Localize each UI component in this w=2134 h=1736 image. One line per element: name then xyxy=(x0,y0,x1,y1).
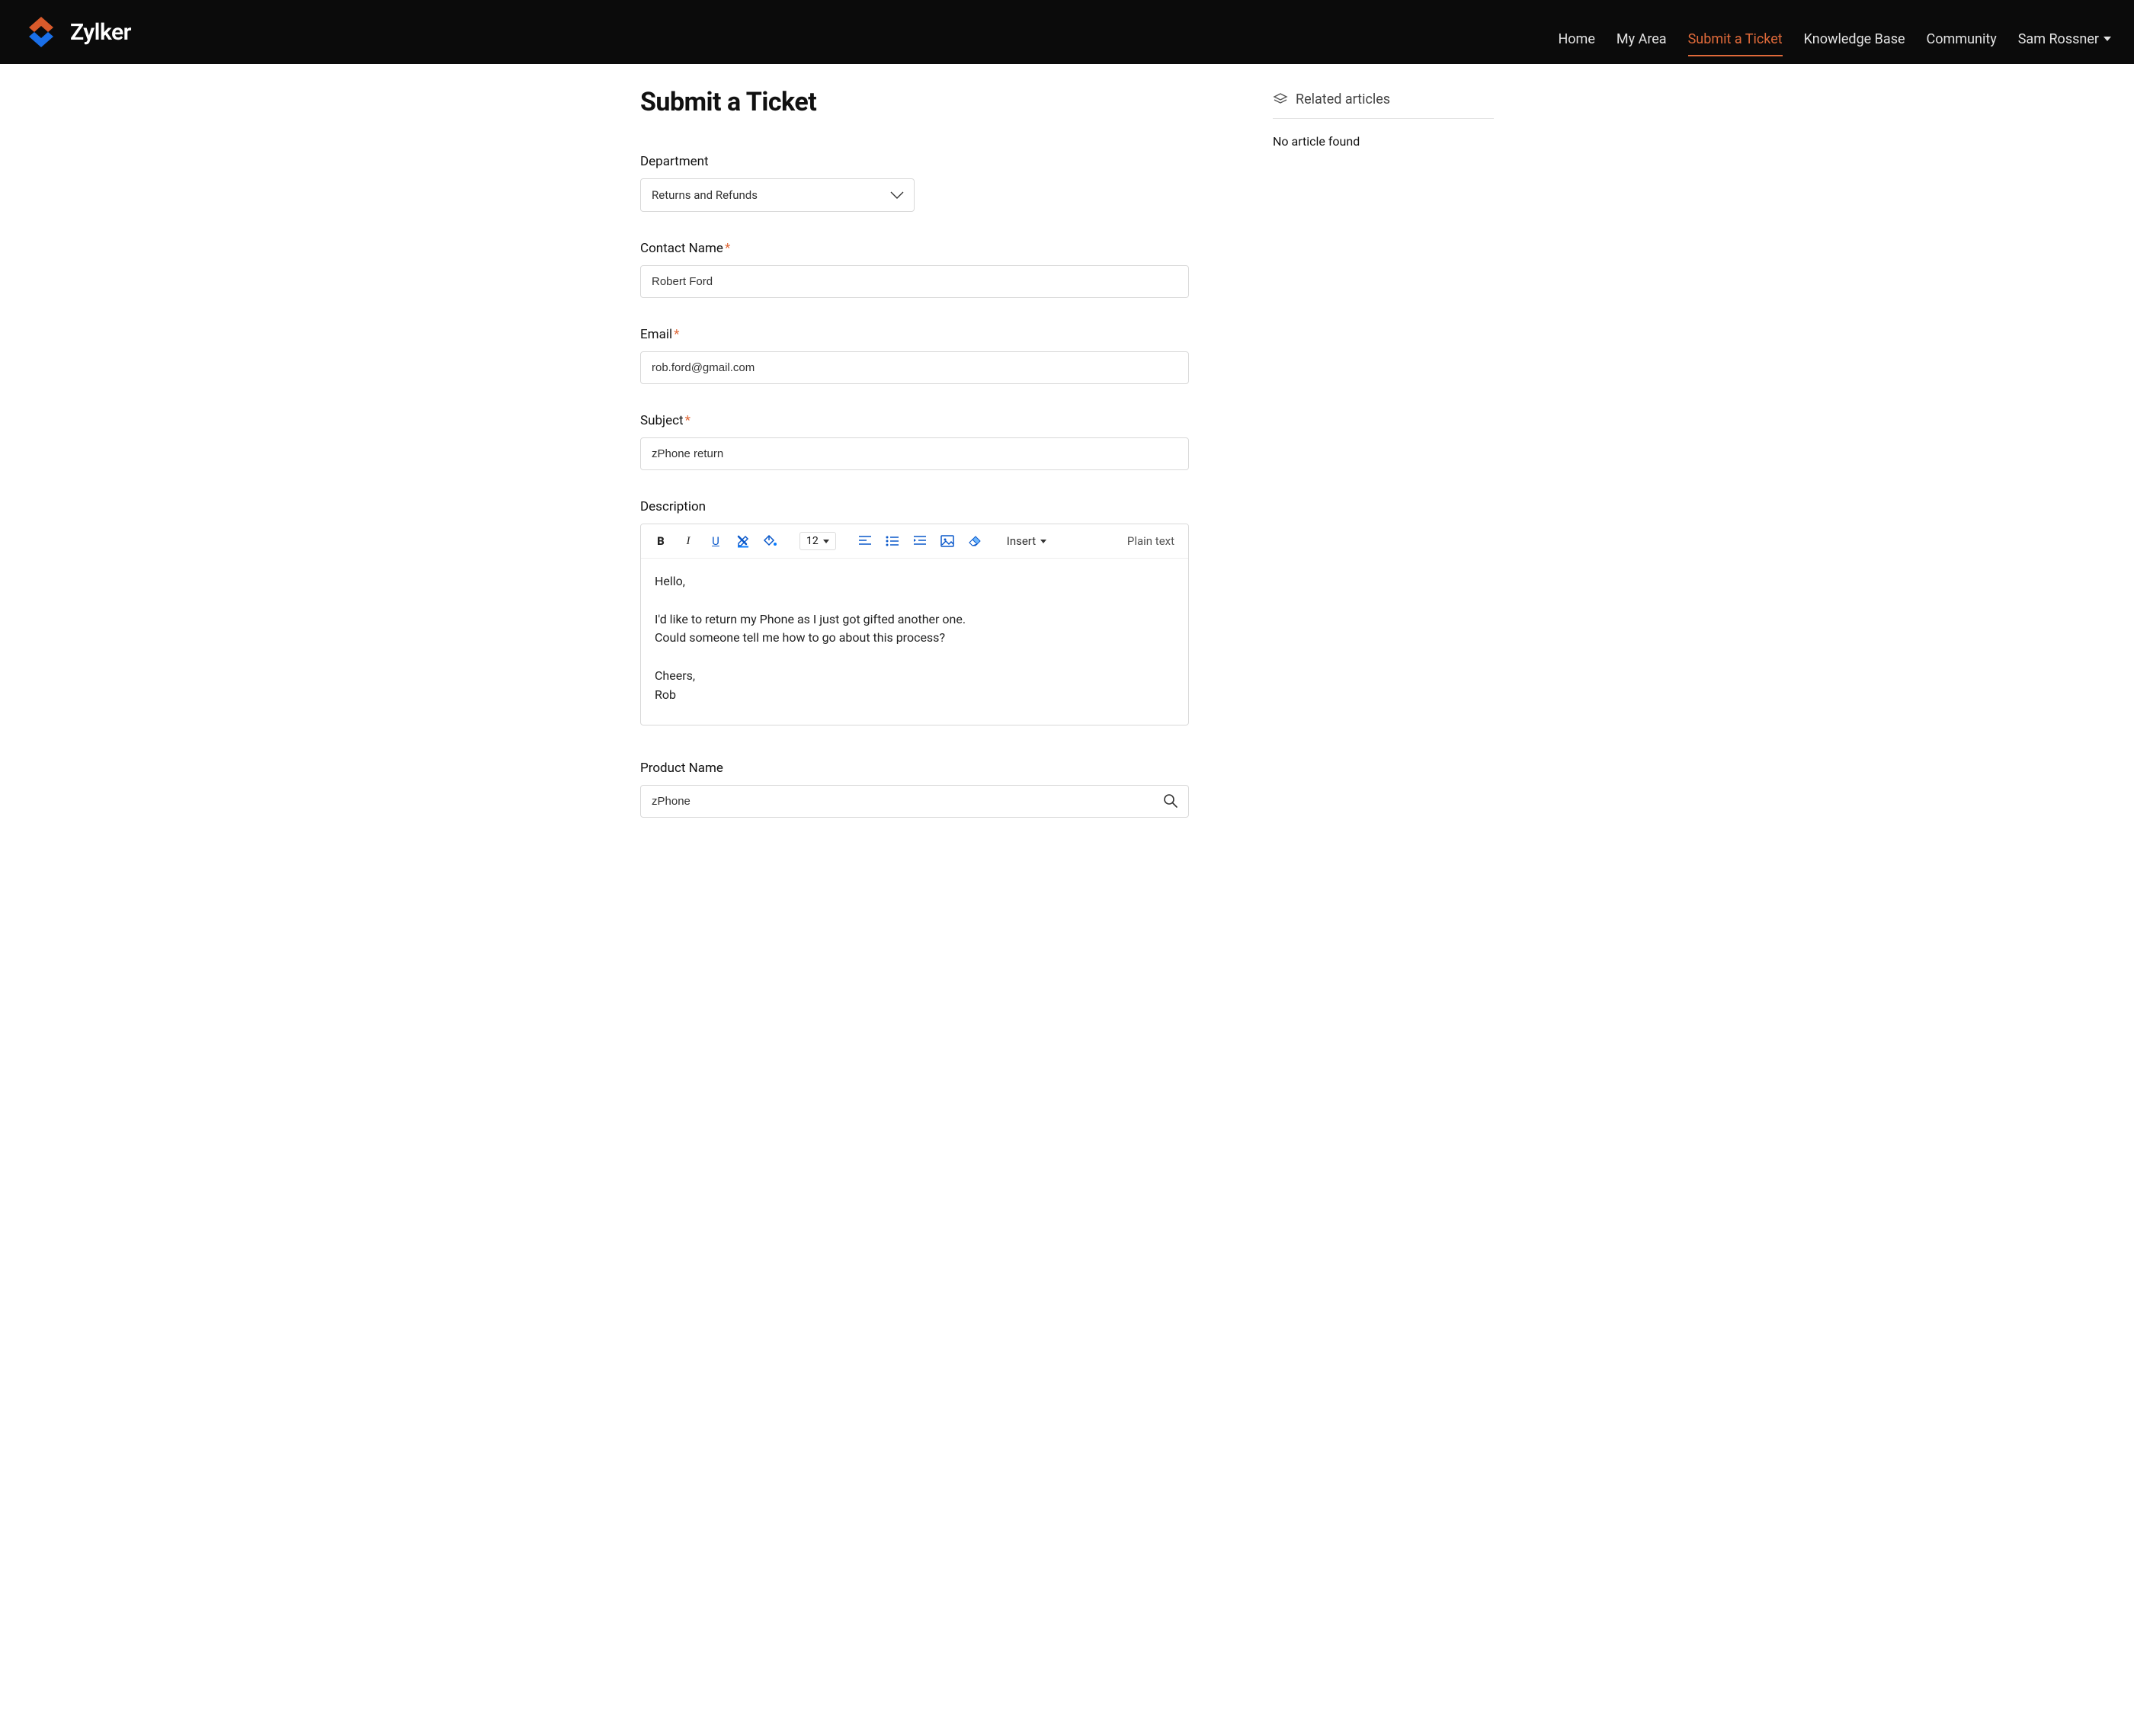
indent-button[interactable] xyxy=(909,530,931,552)
editor-toolbar: B I U 12 xyxy=(641,524,1188,559)
chevron-down-icon xyxy=(823,540,829,543)
nav-submit-ticket[interactable]: Submit a Ticket xyxy=(1688,10,1783,56)
required-asterisk: * xyxy=(674,327,679,342)
underline-button[interactable]: U xyxy=(705,530,726,552)
bullet-list-button[interactable] xyxy=(882,530,903,552)
sidebar: Related articles No article found xyxy=(1273,87,1494,818)
product-name-input[interactable] xyxy=(640,785,1189,818)
layers-icon xyxy=(1273,92,1288,107)
bold-button[interactable]: B xyxy=(650,530,671,552)
department-select[interactable]: Returns and Refunds xyxy=(640,178,915,212)
field-department: Department Returns and Refunds xyxy=(640,154,915,212)
subject-input[interactable] xyxy=(640,437,1189,470)
nav-user-menu[interactable]: Sam Rossner xyxy=(2018,10,2111,55)
contact-name-input[interactable] xyxy=(640,265,1189,298)
brand-name: Zylker xyxy=(70,19,131,46)
nav-community[interactable]: Community xyxy=(1927,10,1997,55)
nav-knowledge-base[interactable]: Knowledge Base xyxy=(1804,10,1905,55)
subject-label: Subject* xyxy=(640,413,1189,428)
product-name-label: Product Name xyxy=(640,761,1189,776)
top-nav: Zylker Home My Area Submit a Ticket Know… xyxy=(0,0,2134,64)
page-title: Submit a Ticket xyxy=(640,87,1227,117)
related-articles-empty: No article found xyxy=(1273,134,1494,149)
nav-home[interactable]: Home xyxy=(1558,10,1594,55)
required-asterisk: * xyxy=(685,413,691,428)
email-label: Email* xyxy=(640,327,1189,342)
related-articles-header: Related articles xyxy=(1273,91,1494,119)
nav-user-label: Sam Rossner xyxy=(2018,31,2099,47)
insert-menu[interactable]: Insert xyxy=(1004,534,1049,548)
eraser-button[interactable] xyxy=(964,530,985,552)
field-description: Description B I U 12 xyxy=(640,499,1189,725)
field-email: Email* xyxy=(640,327,1189,384)
nav-my-area[interactable]: My Area xyxy=(1617,10,1667,55)
required-asterisk: * xyxy=(725,241,730,256)
nav-links: Home My Area Submit a Ticket Knowledge B… xyxy=(1558,10,2111,55)
field-subject: Subject* xyxy=(640,413,1189,470)
brand: Zylker xyxy=(23,14,131,50)
rich-text-editor: B I U 12 xyxy=(640,524,1189,725)
department-label: Department xyxy=(640,154,915,169)
text-color-button[interactable] xyxy=(732,530,754,552)
field-contact-name: Contact Name* xyxy=(640,241,1189,298)
description-label: Description xyxy=(640,499,1189,514)
align-button[interactable] xyxy=(854,530,876,552)
contact-name-label: Contact Name* xyxy=(640,241,1189,256)
italic-button[interactable]: I xyxy=(678,530,699,552)
image-button[interactable] xyxy=(937,530,958,552)
font-size-select[interactable]: 12 xyxy=(799,532,836,550)
brand-logo-icon xyxy=(23,14,59,50)
fill-color-button[interactable] xyxy=(760,530,781,552)
field-product-name: Product Name xyxy=(640,761,1189,818)
email-input[interactable] xyxy=(640,351,1189,384)
chevron-down-icon xyxy=(2104,37,2111,41)
description-textarea[interactable]: Hello, I'd like to return my Phone as I … xyxy=(641,559,1188,725)
chevron-down-icon xyxy=(1040,540,1046,543)
plain-text-toggle[interactable]: Plain text xyxy=(1127,534,1179,548)
